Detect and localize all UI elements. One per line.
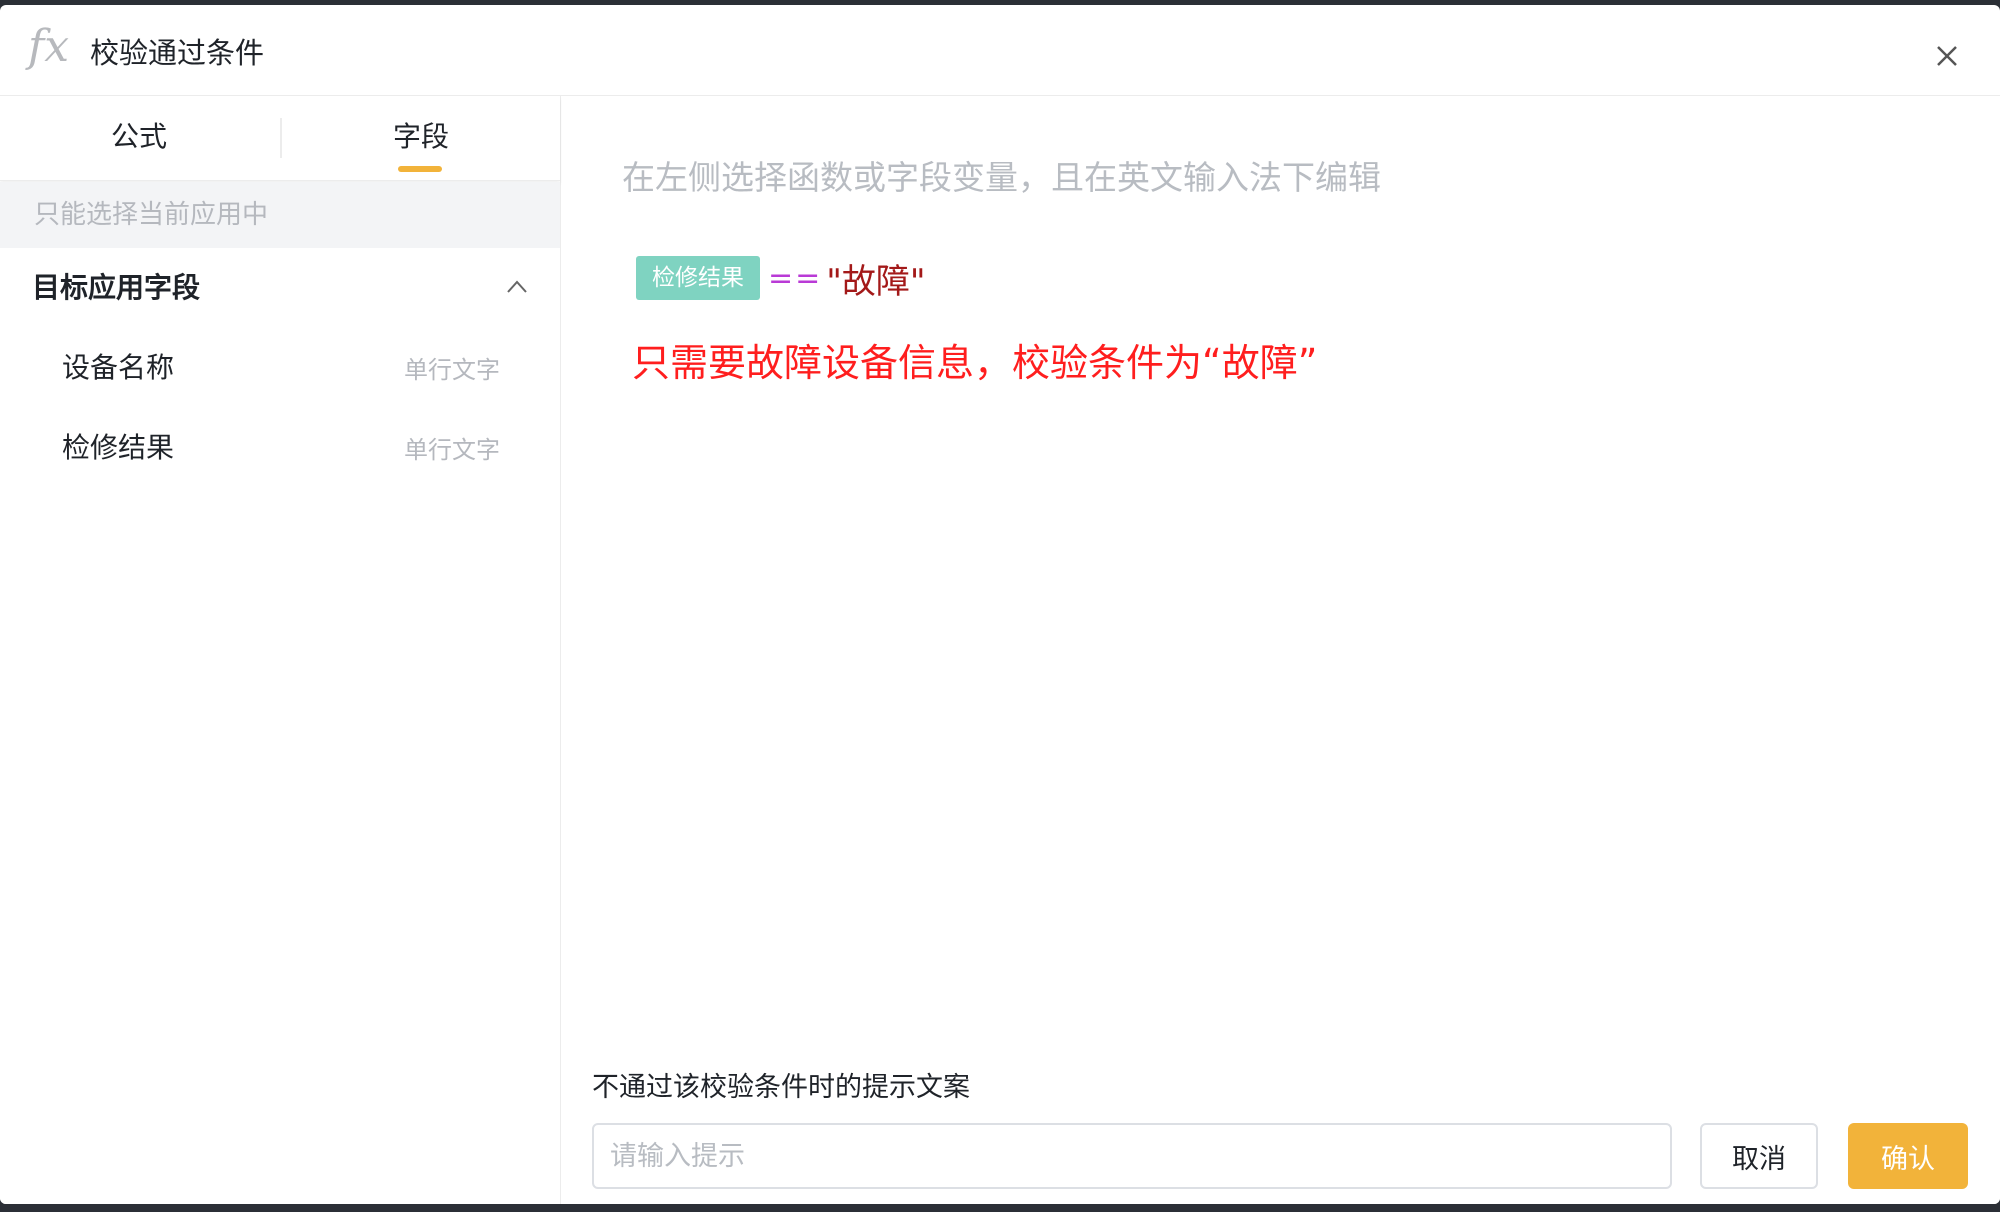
close-icon [1937,46,1957,66]
scope-hint: 只能选择当前应用中 [0,182,560,248]
cancel-button[interactable]: 取消 [1700,1123,1818,1189]
field-name: 检修结果 [62,431,175,464]
confirm-button[interactable]: 确认 [1848,1123,1968,1189]
tab-field-label: 字段 [392,120,449,153]
dialog-header: fx 校验通过条件 [0,5,2000,96]
left-panel: 公式 字段 只能选择当前应用中 目标应用字段 设备名称 单行文字 检修结果 单行… [0,96,561,1204]
formula-dialog: fx 校验通过条件 公式 字段 只能选择当前应用中 目标应用字段 设备名称 单行… [0,5,2000,1204]
fx-icon: fx [28,21,70,72]
chevron-up-icon [507,280,527,293]
field-item[interactable]: 设备名称 单行文字 [0,328,560,408]
field-item[interactable]: 检修结果 单行文字 [0,408,560,488]
message-label: 不通过该校验条件时的提示文案 [592,1072,970,1103]
formula-field-tag[interactable]: 检修结果 [636,256,760,300]
field-type: 单行文字 [404,436,500,464]
tab-field[interactable]: 字段 [282,96,560,180]
tab-bar: 公式 字段 [0,96,560,181]
formula-editor-panel[interactable]: 在左侧选择函数或字段变量，且在英文输入法下编辑 检修结果 == "故障" 只需要… [562,96,2000,1204]
field-group-title: 目标应用字段 [32,271,201,304]
formula-operator: == [768,260,823,296]
active-tab-indicator [398,166,442,172]
formula-expression[interactable]: 检修结果 == "故障" [636,253,926,303]
annotation-text: 只需要故障设备信息，校验条件为“故障” [632,341,1318,385]
close-button[interactable] [1924,33,1970,79]
field-group-header[interactable]: 目标应用字段 [0,248,560,328]
tab-formula[interactable]: 公式 [0,96,278,180]
field-name: 设备名称 [62,351,175,384]
dialog-title: 校验通过条件 [90,36,265,70]
field-type: 单行文字 [404,356,500,384]
message-input[interactable] [592,1123,1672,1189]
formula-string-value: "故障" [826,261,926,302]
editor-placeholder: 在左侧选择函数或字段变量，且在英文输入法下编辑 [622,158,1381,197]
